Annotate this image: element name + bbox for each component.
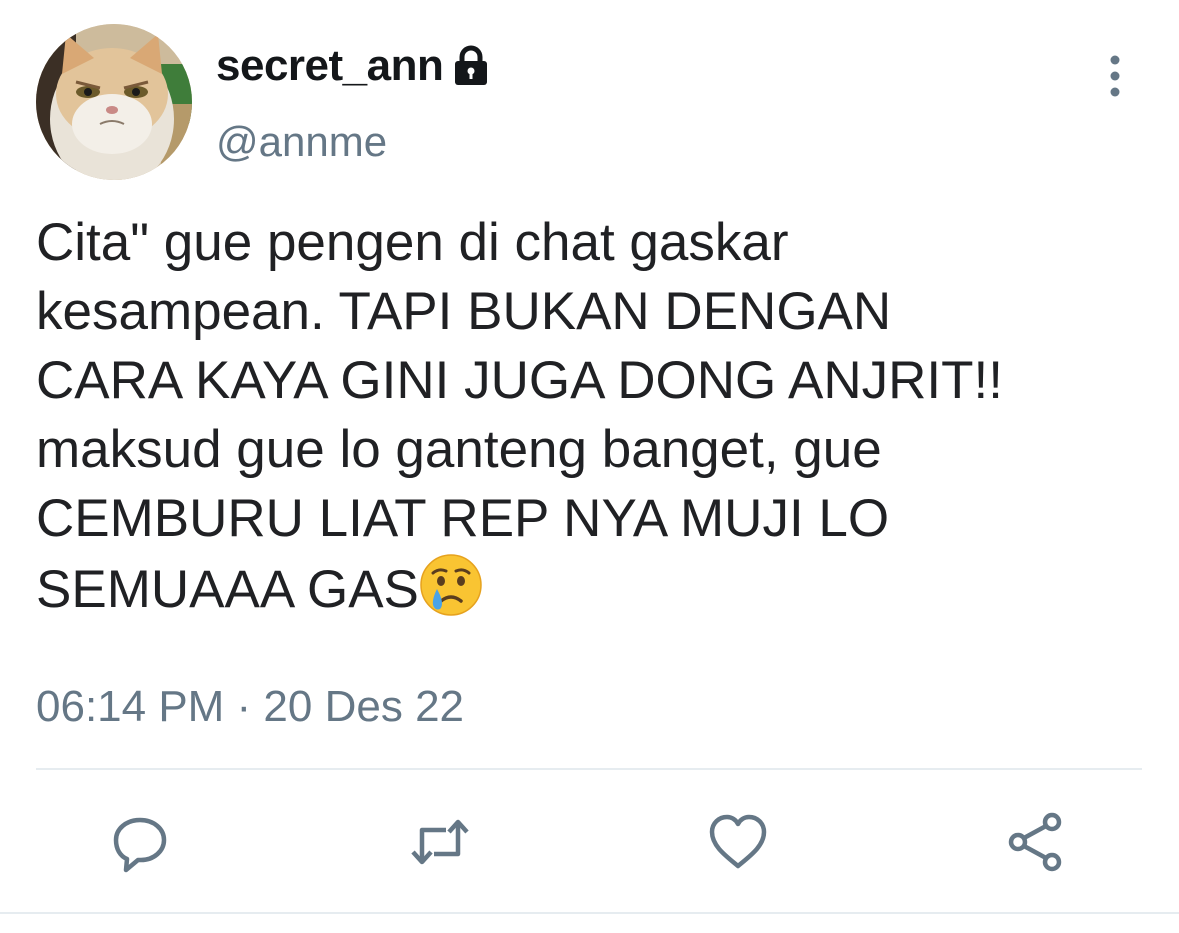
crying-face-emoji-icon bbox=[419, 553, 483, 617]
tweet-timestamp[interactable]: 06:14 PM · 20 Des 22 bbox=[36, 680, 464, 734]
retweet-icon bbox=[411, 819, 469, 865]
reply-button[interactable] bbox=[108, 810, 172, 874]
divider bbox=[36, 768, 1142, 770]
tweet-body: Cita" gue pengen di chat gaskar kesampea… bbox=[36, 213, 1003, 619]
avatar-cat-photo bbox=[36, 24, 192, 180]
user-handle[interactable]: @annme bbox=[216, 116, 387, 168]
more-vertical-icon[interactable] bbox=[1100, 54, 1130, 98]
reply-icon bbox=[113, 817, 167, 873]
avatar[interactable] bbox=[36, 24, 192, 180]
display-name-row[interactable]: secret_ann bbox=[216, 40, 491, 92]
like-button[interactable] bbox=[706, 810, 770, 874]
retweet-button[interactable] bbox=[408, 810, 472, 874]
display-name[interactable]: secret_ann bbox=[216, 40, 444, 92]
bottom-divider bbox=[0, 912, 1179, 914]
share-button[interactable] bbox=[1004, 810, 1068, 874]
tweet-text: Cita" gue pengen di chat gaskar kesampea… bbox=[36, 208, 1156, 624]
share-icon bbox=[1008, 812, 1062, 872]
heart-icon bbox=[709, 814, 767, 869]
lock-icon bbox=[451, 45, 491, 87]
